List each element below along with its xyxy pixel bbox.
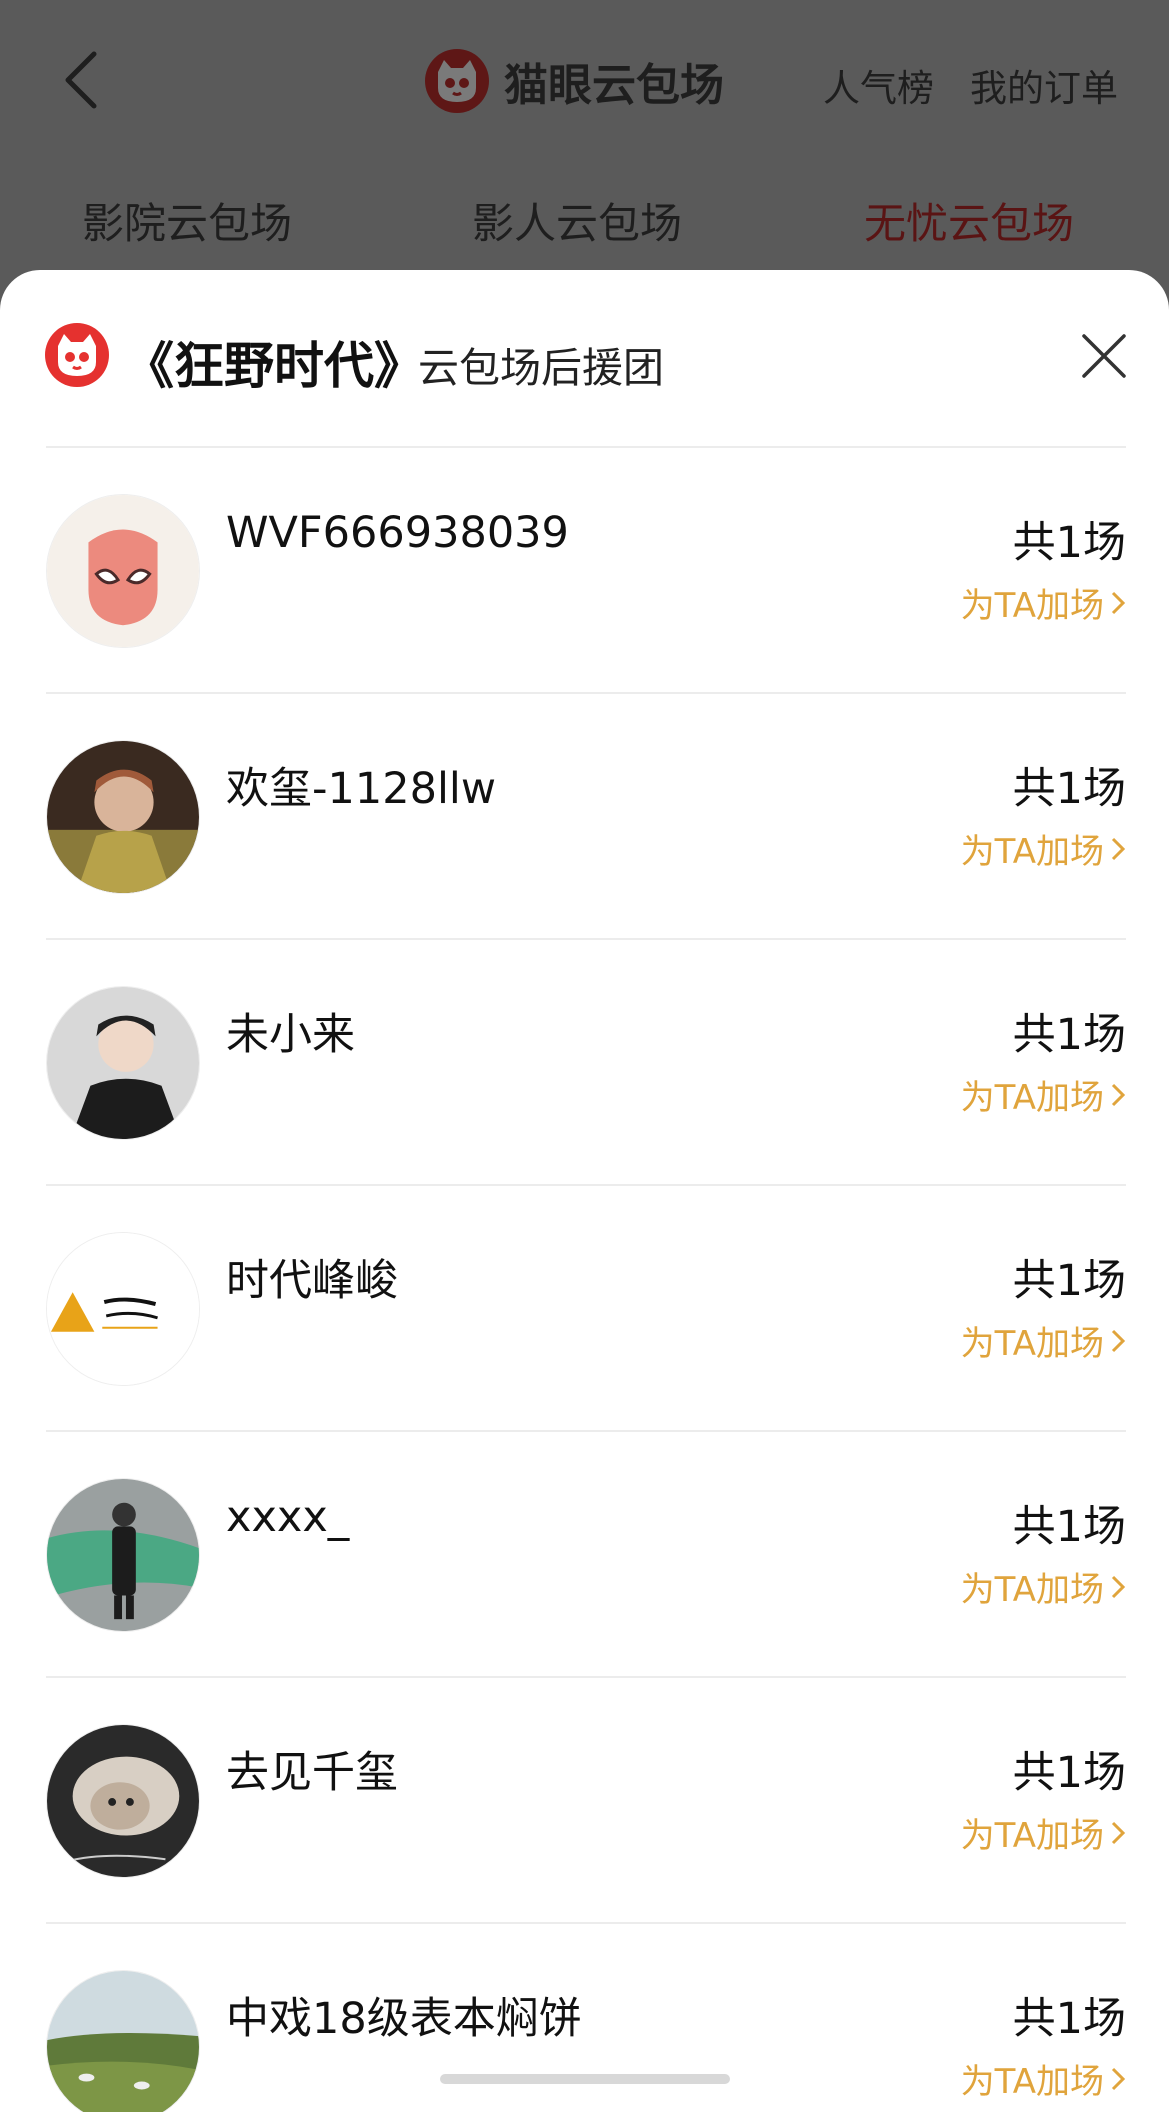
- supporters-sheet: 《狂野时代》 云包场后援团 WVF666938039 共1场 为TA加场 欢玺-…: [0, 270, 1169, 2112]
- supporter-name: 未小来: [226, 1010, 355, 1060]
- list-item[interactable]: 未小来 共1场 为TA加场: [0, 940, 1169, 1186]
- supporter-list: WVF666938039 共1场 为TA加场 欢玺-1128llw 共1场 为T…: [0, 448, 1169, 2112]
- list-item[interactable]: WVF666938039 共1场 为TA加场: [0, 448, 1169, 694]
- add-session-button[interactable]: 为TA加场: [961, 1808, 1126, 1857]
- chevron-right-icon: [1111, 837, 1126, 860]
- chevron-right-icon: [1111, 1083, 1126, 1106]
- list-item[interactable]: 时代峰峻 共1场 为TA加场: [0, 1186, 1169, 1432]
- chevron-right-icon: [1111, 2067, 1126, 2090]
- sheet-header: 《狂野时代》 云包场后援团: [0, 270, 1169, 446]
- session-count: 共1场: [1012, 1502, 1126, 1552]
- session-count: 共1场: [1012, 1748, 1126, 1798]
- add-session-label: 为TA加场: [960, 586, 1104, 626]
- person-photo-avatar: [47, 1479, 199, 1631]
- add-session-button[interactable]: 为TA加场: [961, 1316, 1126, 1365]
- avatar[interactable]: [46, 740, 200, 894]
- list-item[interactable]: 欢玺-1128llw 共1场 为TA加场: [0, 694, 1169, 940]
- avatar[interactable]: [46, 1724, 200, 1878]
- tab-celebrity[interactable]: 影人云包场: [472, 190, 682, 251]
- supporter-name: 时代峰峻: [226, 1256, 398, 1306]
- movie-title: 《狂野时代》: [124, 337, 424, 395]
- session-count: 共1场: [1012, 1010, 1126, 1060]
- add-session-button[interactable]: 为TA加场: [961, 1070, 1126, 1119]
- brand: 猫眼云包场: [424, 48, 724, 114]
- add-session-button[interactable]: 为TA加场: [961, 2054, 1126, 2103]
- avatar[interactable]: [46, 1970, 200, 2112]
- chevron-left-icon: [65, 51, 97, 109]
- add-session-label: 为TA加场: [960, 1324, 1104, 1364]
- supporter-name: 中戏18级表本焖饼: [226, 1994, 582, 2044]
- list-item[interactable]: xxxx_ 共1场 为TA加场: [0, 1432, 1169, 1678]
- supporter-name: 去见千玺: [226, 1748, 398, 1798]
- add-session-label: 为TA加场: [960, 1816, 1104, 1856]
- supporter-name: WVF666938039: [226, 508, 569, 558]
- add-session-label: 为TA加场: [960, 2062, 1104, 2102]
- add-session-button[interactable]: 为TA加场: [961, 578, 1126, 627]
- session-count: 共1场: [1012, 1994, 1126, 2044]
- avatar[interactable]: [46, 986, 200, 1140]
- add-session-label: 为TA加场: [960, 1570, 1104, 1610]
- scroll-indicator: [440, 2074, 730, 2084]
- avatar[interactable]: [46, 494, 200, 648]
- landscape-photo-avatar: [47, 1971, 199, 2112]
- chevron-right-icon: [1111, 1329, 1126, 1352]
- session-count: 共1场: [1012, 764, 1126, 814]
- chevron-right-icon: [1111, 1575, 1126, 1598]
- list-item[interactable]: 去见千玺 共1场 为TA加场: [0, 1678, 1169, 1924]
- tab-worry-free[interactable]: 无忧云包场: [864, 190, 1074, 251]
- maoyan-logo-icon: [45, 323, 109, 387]
- chevron-right-icon: [1111, 591, 1126, 614]
- avatar[interactable]: [46, 1232, 200, 1386]
- add-session-button[interactable]: 为TA加场: [961, 824, 1126, 873]
- add-session-label: 为TA加场: [960, 832, 1104, 872]
- my-orders-link[interactable]: 我的订单: [970, 58, 1118, 112]
- spiderman-mask-avatar: [47, 495, 199, 647]
- chevron-right-icon: [1111, 1821, 1126, 1844]
- plush-sheep-avatar: [47, 1725, 199, 1877]
- back-button[interactable]: [52, 50, 112, 110]
- close-button[interactable]: [1074, 326, 1134, 386]
- add-session-label: 为TA加场: [960, 1078, 1104, 1118]
- brand-title: 猫眼云包场: [504, 60, 724, 111]
- top-bar: 猫眼云包场 人气榜 我的订单 影院云包场 影人云包场 无忧云包场: [0, 0, 1169, 248]
- sheet-subtitle: 云包场后援团: [418, 344, 664, 392]
- session-count: 共1场: [1012, 1256, 1126, 1306]
- avatar[interactable]: [46, 1478, 200, 1632]
- company-logo-avatar: [47, 1233, 199, 1385]
- close-icon: [1082, 334, 1126, 378]
- maoyan-logo-icon: [425, 49, 489, 113]
- add-session-button[interactable]: 为TA加场: [961, 1562, 1126, 1611]
- supporter-name: xxxx_: [226, 1492, 350, 1542]
- popularity-ranking-link[interactable]: 人气榜: [823, 58, 934, 112]
- session-count: 共1场: [1012, 518, 1126, 568]
- tab-bar: 影院云包场 影人云包场 无忧云包场: [0, 190, 1169, 256]
- person-photo-avatar: [47, 987, 199, 1139]
- supporter-name: 欢玺-1128llw: [226, 764, 497, 814]
- performer-photo-avatar: [47, 741, 199, 893]
- tab-cinema[interactable]: 影院云包场: [82, 190, 292, 251]
